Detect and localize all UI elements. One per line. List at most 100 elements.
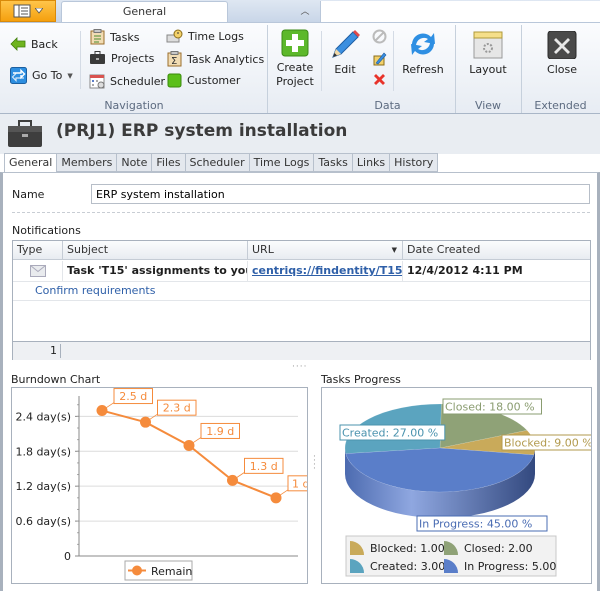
- filter-dropdown-icon[interactable]: ▼: [392, 241, 397, 259]
- document-title: (PRJ1) ERP system installation: [56, 121, 348, 141]
- y-tick-label: 2.4 day(s): [15, 410, 71, 423]
- separator: [393, 31, 394, 91]
- data-label: 1.9 d: [206, 425, 234, 438]
- task-analytics-icon: Σ: [167, 51, 182, 67]
- name-input[interactable]: [91, 184, 590, 204]
- goto-label: Go To: [32, 69, 63, 82]
- pencil-icon: [332, 30, 360, 58]
- close-button[interactable]: Close: [540, 30, 584, 77]
- envelope-icon: [29, 265, 46, 277]
- y-tick-label: 1.2 day(s): [15, 480, 71, 493]
- nav-timelogs-button[interactable]: Time Logs: [166, 29, 244, 43]
- row-preview-text: Confirm requirements: [13, 282, 590, 301]
- goto-button[interactable]: Go To ▼: [10, 67, 73, 84]
- legend-label: In Progress: 5.00: [464, 560, 556, 573]
- nav-timelogs-label: Time Logs: [188, 29, 244, 43]
- nav-customer-button[interactable]: Customer: [167, 73, 240, 88]
- ribbon-search-area[interactable]: [320, 1, 600, 22]
- name-label: Name: [12, 188, 45, 201]
- collapse-ribbon-button[interactable]: ︿: [295, 4, 315, 19]
- subject-cell: Task 'T15' assignments to you: [63, 261, 248, 282]
- calendar-icon: [89, 74, 105, 89]
- burndown-chart: 0 0.6 day(s) 1.2 day(s) 1.8 day(s) 2.4 day(s…: [15, 388, 314, 581]
- create-project-label-line1: Create: [276, 61, 314, 74]
- column-header-url[interactable]: URL ▼: [248, 241, 403, 260]
- group-label-navigation: Navigation: [104, 99, 164, 112]
- data-label: 2.3 d: [163, 402, 191, 415]
- nav-projects-button[interactable]: Projects: [89, 51, 154, 65]
- svg-text:Σ: Σ: [171, 56, 177, 67]
- nav-projects-label: Projects: [111, 51, 155, 65]
- notifications-label: Notifications: [12, 224, 81, 237]
- vertical-splitter[interactable]: · · · ·: [313, 453, 316, 474]
- url-link[interactable]: centriqs://findentity/T15: [248, 261, 403, 282]
- nav-customer-label: Customer: [187, 74, 241, 87]
- back-label: Back: [31, 37, 58, 51]
- nav-scheduler-label: Scheduler: [110, 74, 166, 88]
- doc-tab-links[interactable]: Links: [352, 153, 391, 172]
- y-tick-label: 0: [64, 550, 71, 563]
- edit-button[interactable]: Edit: [327, 29, 363, 77]
- customer-icon: [167, 73, 182, 88]
- legend: Blocked: 1.00 Closed: 2.00 Created: 3.00 In…: [345, 535, 557, 577]
- tasks-clipboard-icon: [90, 29, 105, 45]
- doc-tab-note[interactable]: Note: [117, 153, 153, 172]
- edit-label: Edit: [334, 63, 356, 76]
- nav-task-analytics-button[interactable]: Σ Task Analytics: [167, 51, 264, 67]
- doc-tab-scheduler[interactable]: Scheduler: [185, 153, 250, 172]
- delete-x-icon: [374, 74, 385, 85]
- refresh-button[interactable]: Refresh: [400, 29, 446, 77]
- horizontal-splitter[interactable]: ····: [292, 362, 307, 372]
- legend-marker: [132, 565, 142, 576]
- slice-label: Closed: 18.00 %: [445, 401, 535, 414]
- table-row[interactable]: Task 'T15' assignments to you centriqs:/…: [13, 261, 590, 282]
- doc-tab-general[interactable]: General: [4, 153, 58, 173]
- column-header-type[interactable]: Type: [13, 241, 63, 260]
- application-menu-button[interactable]: [0, 0, 56, 22]
- data-label: 1 d: [292, 477, 307, 490]
- ribbon: Back Go To ▼ Tasks Projects Scheduler Ti…: [0, 22, 600, 114]
- app-menu-icon: [13, 4, 31, 18]
- date-created-cell: 12/4/2012 4:11 PM: [407, 264, 523, 277]
- group-label-data: Data: [374, 99, 401, 112]
- tasks-progress-label: Tasks Progress: [321, 373, 401, 386]
- layout-label: Layout: [469, 63, 507, 76]
- delete-button[interactable]: [372, 72, 387, 90]
- edit-rename-button[interactable]: [372, 51, 387, 69]
- back-arrow-icon: [10, 37, 26, 51]
- y-tick-label: 0.6 day(s): [15, 515, 71, 528]
- doc-tab-tasks[interactable]: Tasks: [314, 153, 353, 172]
- plus-icon: [281, 29, 309, 57]
- back-button[interactable]: Back: [10, 37, 58, 51]
- column-header-subject[interactable]: Subject: [63, 241, 248, 260]
- close-x-icon: [547, 30, 577, 60]
- nav-tasks-label: Tasks: [110, 30, 140, 44]
- disable-button[interactable]: [372, 29, 387, 47]
- slice-label: Blocked: 9.00 %: [504, 437, 591, 450]
- row-count: 1: [13, 344, 61, 358]
- create-project-button[interactable]: Create Project: [273, 29, 317, 89]
- timelog-icon: [166, 29, 183, 43]
- column-header-date-created[interactable]: Date Created: [403, 241, 592, 260]
- ribbon-tab-general[interactable]: General: [61, 1, 228, 23]
- y-tick-label: 1.8 day(s): [15, 445, 71, 458]
- column-header-url-label: URL: [252, 243, 274, 256]
- layout-button[interactable]: Layout: [465, 31, 511, 77]
- legend: Remain: [124, 560, 193, 581]
- nav-tasks-button[interactable]: Tasks: [90, 29, 139, 45]
- doc-tab-members[interactable]: Members: [57, 153, 118, 172]
- doc-tab-time-logs[interactable]: Time Logs: [249, 153, 315, 172]
- legend-label: Created: 3.00: [370, 560, 445, 573]
- doc-tab-files[interactable]: Files: [152, 153, 186, 172]
- doc-tab-history[interactable]: History: [390, 153, 439, 172]
- group-label-extended: Extended: [534, 99, 587, 112]
- dropdown-arrow-icon: ▼: [67, 71, 73, 80]
- nav-scheduler-button[interactable]: Scheduler: [89, 73, 165, 89]
- burndown-chart-panel: 0 0.6 day(s) 1.2 day(s) 1.8 day(s) 2.4 day(s…: [11, 387, 314, 584]
- refresh-label: Refresh: [402, 63, 444, 76]
- slice-label: Created: 27.00 %: [342, 427, 438, 440]
- project-briefcase-icon: [7, 120, 43, 151]
- divider: [12, 212, 590, 213]
- data-point: [227, 474, 238, 486]
- document-tabs: General Members Note Files Scheduler Tim…: [4, 153, 439, 173]
